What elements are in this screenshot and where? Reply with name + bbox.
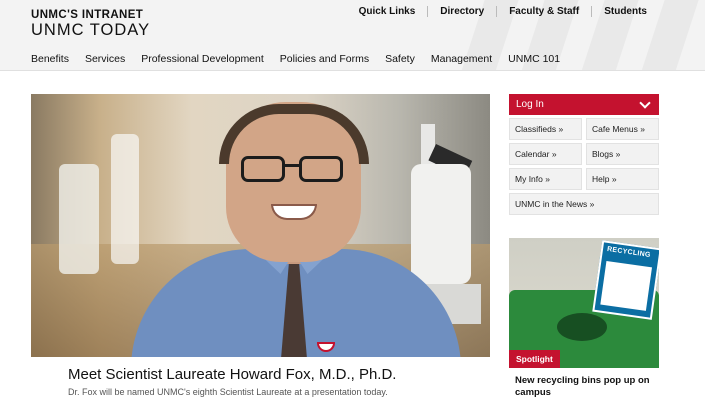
nav-item-safety[interactable]: Safety	[377, 53, 423, 65]
login-label: Log In	[516, 99, 544, 110]
lab-bottle	[59, 164, 99, 274]
main-nav: Benefits Services Professional Developme…	[23, 53, 568, 65]
sign-panel	[600, 260, 653, 311]
hero-headline[interactable]: Meet Scientist Laureate Howard Fox, M.D.…	[68, 366, 396, 383]
hair	[219, 104, 369, 164]
directory-link[interactable]: Directory	[427, 6, 496, 17]
hero-image[interactable]	[31, 94, 490, 357]
quick-links-grid: Classifieds » Cafe Menus » Calendar » Bl…	[509, 118, 659, 215]
brand-title[interactable]: UNMC TODAY	[31, 21, 150, 40]
login-dropdown[interactable]: Log In	[509, 94, 659, 115]
faculty-staff-link[interactable]: Faculty & Staff	[496, 6, 591, 17]
recycling-sign: RECYCLING	[592, 240, 659, 320]
classifieds-link[interactable]: Classifieds »	[509, 118, 582, 140]
nav-item-benefits[interactable]: Benefits	[23, 53, 77, 65]
quick-links-link[interactable]: Quick Links	[347, 6, 428, 17]
students-link[interactable]: Students	[591, 6, 659, 17]
calendar-link[interactable]: Calendar »	[509, 143, 582, 165]
blogs-link[interactable]: Blogs »	[586, 143, 659, 165]
spotlight-image[interactable]: RECYCLING	[509, 238, 659, 368]
recycling-sign-text: RECYCLING	[606, 245, 652, 260]
nav-item-unmc-101[interactable]: UNMC 101	[500, 53, 568, 65]
spotlight-headline[interactable]: New recycling bins pop up on campus	[515, 375, 659, 399]
brand-subtitle[interactable]: UNMC'S INTRANET	[31, 9, 143, 21]
help-link[interactable]: Help »	[586, 168, 659, 190]
nav-item-management[interactable]: Management	[423, 53, 500, 65]
spotlight-badge: Spotlight	[509, 350, 560, 368]
nav-item-policies-forms[interactable]: Policies and Forms	[272, 53, 377, 65]
hero-summary: Dr. Fox will be named UNMC's eighth Scie…	[68, 387, 388, 397]
utility-nav: Quick Links Directory Faculty & Staff St…	[347, 6, 659, 17]
bin-opening	[557, 313, 607, 341]
site-header: UNMC'S INTRANET UNMC TODAY Quick Links D…	[0, 0, 705, 71]
portrait-person	[131, 94, 461, 357]
my-info-link[interactable]: My Info »	[509, 168, 582, 190]
cafe-menus-link[interactable]: Cafe Menus »	[586, 118, 659, 140]
nav-item-services[interactable]: Services	[77, 53, 133, 65]
unmc-in-the-news-link[interactable]: UNMC in the News »	[509, 193, 659, 215]
nav-item-professional-development[interactable]: Professional Development	[133, 53, 272, 65]
chevron-down-icon	[639, 96, 651, 109]
glasses-icon	[241, 156, 346, 184]
